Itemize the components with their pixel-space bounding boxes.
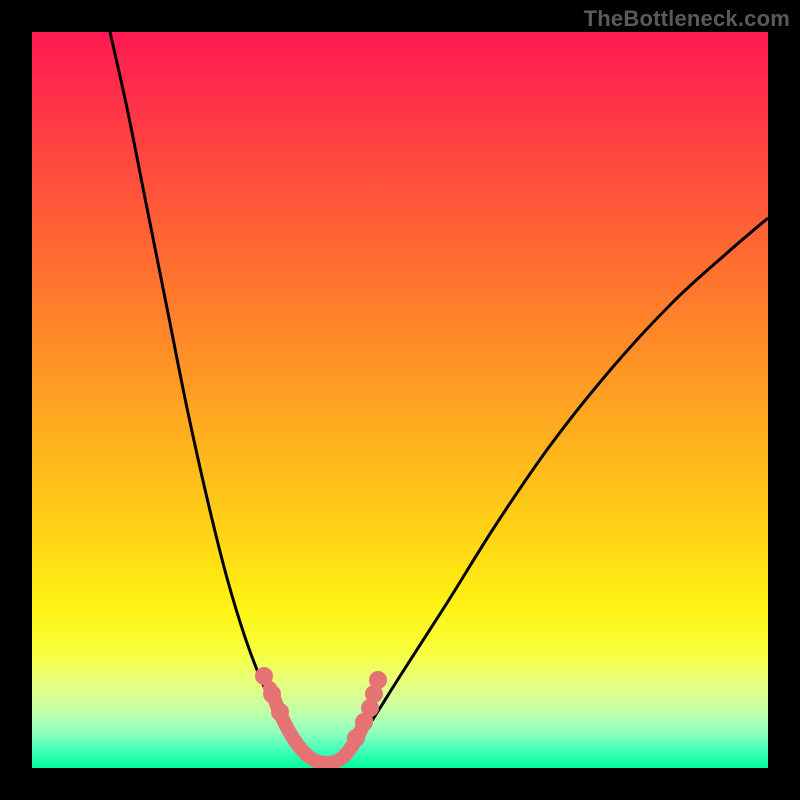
series-bottom-marker-path (270, 688, 366, 763)
series-layer (110, 32, 768, 766)
chart-svg (32, 32, 768, 768)
scatter-dot (369, 671, 387, 689)
scatter-dot (255, 667, 273, 685)
series-left-curve (110, 32, 327, 766)
scatter-dot (263, 685, 281, 703)
scatter-dot (271, 703, 289, 721)
plot-area (32, 32, 768, 768)
scatter-dot (347, 729, 365, 747)
chart-frame: TheBottleneck.com (0, 0, 800, 800)
scatter-layer (255, 667, 387, 747)
series-right-curve (332, 218, 768, 766)
watermark-text: TheBottleneck.com (584, 6, 790, 32)
